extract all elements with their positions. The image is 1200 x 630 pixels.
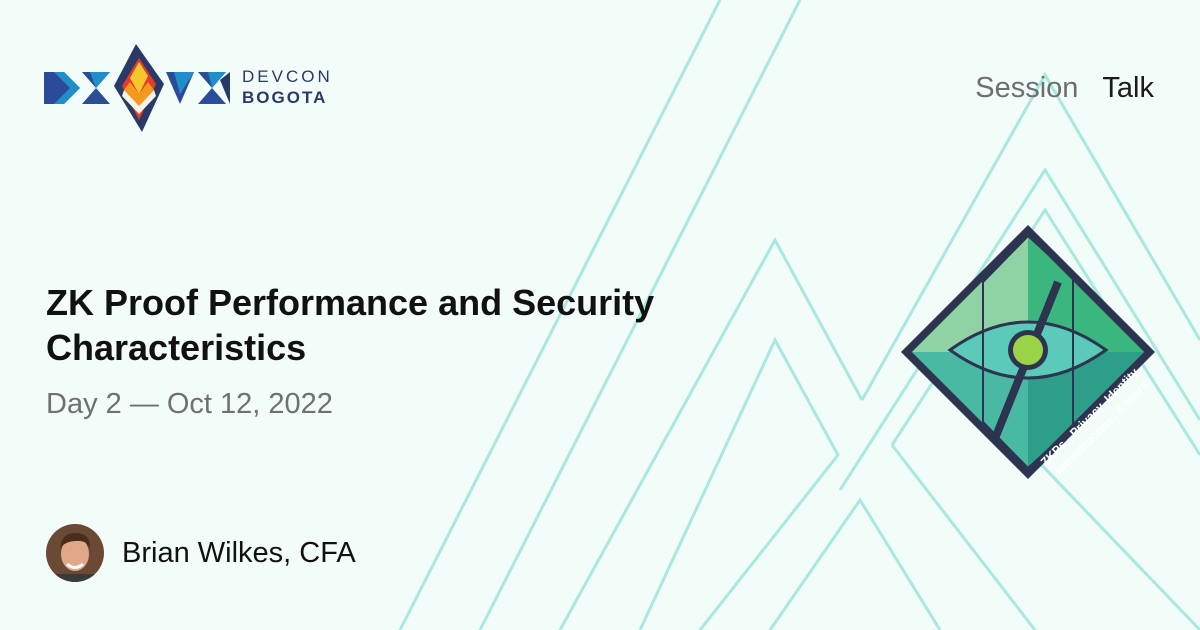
session-type-tags: Session Talk bbox=[951, 72, 1154, 105]
tag-session: Session bbox=[975, 72, 1079, 104]
logo-line1: DEVCON bbox=[242, 67, 333, 86]
avatar bbox=[46, 524, 104, 582]
tag-talk: Talk bbox=[1102, 72, 1154, 104]
session-date: Day 2 — Oct 12, 2022 bbox=[46, 388, 333, 420]
track-badge-icon: ZKPs - Privacy, Identity, Infrastructure… bbox=[901, 225, 1155, 479]
logo-line2: BOGOTA bbox=[242, 88, 328, 107]
page-title: ZK Proof Performance and Security Charac… bbox=[46, 282, 655, 368]
logo-wordmark: DEVCON BOGOTA bbox=[242, 68, 333, 106]
speaker-name: Brian Wilkes, CFA bbox=[122, 537, 356, 569]
